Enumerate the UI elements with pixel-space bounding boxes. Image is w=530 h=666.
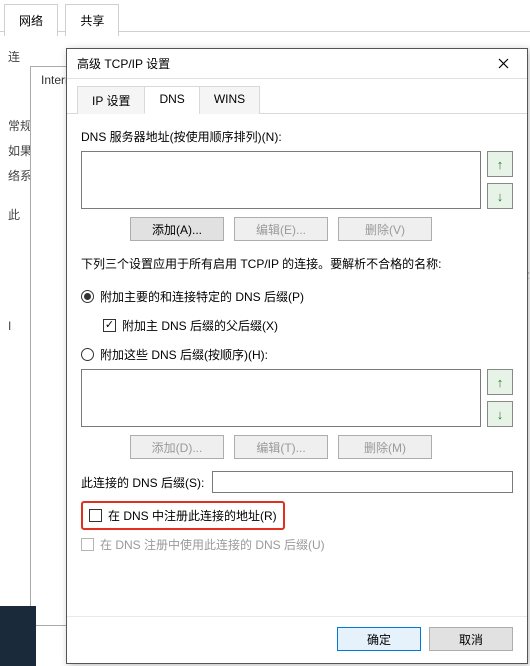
- dialog-footer: 确定 取消: [67, 616, 527, 663]
- dns-note: 下列三个设置应用于所有启用 TCP/IP 的连接。要解析不合格的名称:: [81, 255, 513, 272]
- dialog-title: 高级 TCP/IP 设置: [77, 55, 483, 72]
- dns-tab-content: DNS 服务器地址(按使用顺序排列)(N): ↑ ↓ 添加(A)... 编辑(E…: [67, 114, 527, 616]
- ok-button[interactable]: 确定: [337, 627, 421, 651]
- close-button[interactable]: [483, 50, 523, 78]
- cancel-button[interactable]: 取消: [429, 627, 513, 651]
- radio-dot-icon: [84, 293, 91, 300]
- bg-tab-share: 共享: [65, 4, 119, 36]
- dns-servers-move-up-button[interactable]: ↑: [487, 151, 513, 177]
- dns-servers-label: DNS 服务器地址(按使用顺序排列)(N):: [81, 128, 513, 145]
- dialog-tabs: IP 设置 DNS WINS: [67, 79, 527, 114]
- radio-append-primary[interactable]: [81, 290, 94, 303]
- dns-suffix-move-up-button[interactable]: ↑: [487, 369, 513, 395]
- checkbox-use-suffix-register: [81, 538, 94, 551]
- close-icon: [498, 58, 509, 69]
- radio-append-these[interactable]: [81, 348, 94, 361]
- titlebar: 高级 TCP/IP 设置: [67, 49, 527, 79]
- dns-servers-move-down-button[interactable]: ↓: [487, 183, 513, 209]
- arrow-up-icon: ↑: [497, 375, 504, 390]
- checkbox-register-dns[interactable]: [89, 509, 102, 522]
- checkbox-parent-suffix[interactable]: ✓: [103, 319, 116, 332]
- dns-suffix-delete-button[interactable]: 删除(M): [338, 435, 432, 459]
- dns-servers-listbox[interactable]: [81, 151, 481, 209]
- background-dark-panel: [0, 606, 36, 666]
- advanced-tcpip-dialog: 高级 TCP/IP 设置 IP 设置 DNS WINS DNS 服务器地址(按使…: [66, 48, 528, 664]
- arrow-down-icon: ↓: [497, 189, 504, 204]
- background-tabstrip: 网络 共享: [0, 0, 530, 32]
- bg-tab-network: 网络: [4, 4, 58, 36]
- checkbox-parent-suffix-label: 附加主 DNS 后缀的父后缀(X): [122, 317, 278, 334]
- dns-suffix-move-down-button[interactable]: ↓: [487, 401, 513, 427]
- arrow-down-icon: ↓: [497, 407, 504, 422]
- register-highlight: 在 DNS 中注册此连接的地址(R): [81, 501, 285, 530]
- connection-suffix-label: 此连接的 DNS 后缀(S):: [81, 474, 204, 491]
- tab-dns[interactable]: DNS: [144, 86, 199, 114]
- radio-append-primary-label: 附加主要的和连接特定的 DNS 后缀(P): [100, 288, 304, 305]
- connection-suffix-input[interactable]: [212, 471, 513, 493]
- dns-suffix-add-button[interactable]: 添加(D)...: [130, 435, 224, 459]
- checkbox-use-suffix-register-label: 在 DNS 注册中使用此连接的 DNS 后缀(U): [100, 536, 325, 553]
- checkbox-register-dns-label: 在 DNS 中注册此连接的地址(R): [108, 507, 277, 524]
- arrow-up-icon: ↑: [497, 157, 504, 172]
- dns-servers-edit-button[interactable]: 编辑(E)...: [234, 217, 328, 241]
- dns-servers-add-button[interactable]: 添加(A)...: [130, 217, 224, 241]
- dns-suffix-listbox[interactable]: [81, 369, 481, 427]
- tab-wins[interactable]: WINS: [199, 86, 260, 114]
- dns-suffix-edit-button[interactable]: 编辑(T)...: [234, 435, 328, 459]
- radio-append-these-label: 附加这些 DNS 后缀(按顺序)(H):: [100, 346, 268, 363]
- dns-servers-delete-button[interactable]: 删除(V): [338, 217, 432, 241]
- tab-ip-settings[interactable]: IP 设置: [77, 86, 145, 114]
